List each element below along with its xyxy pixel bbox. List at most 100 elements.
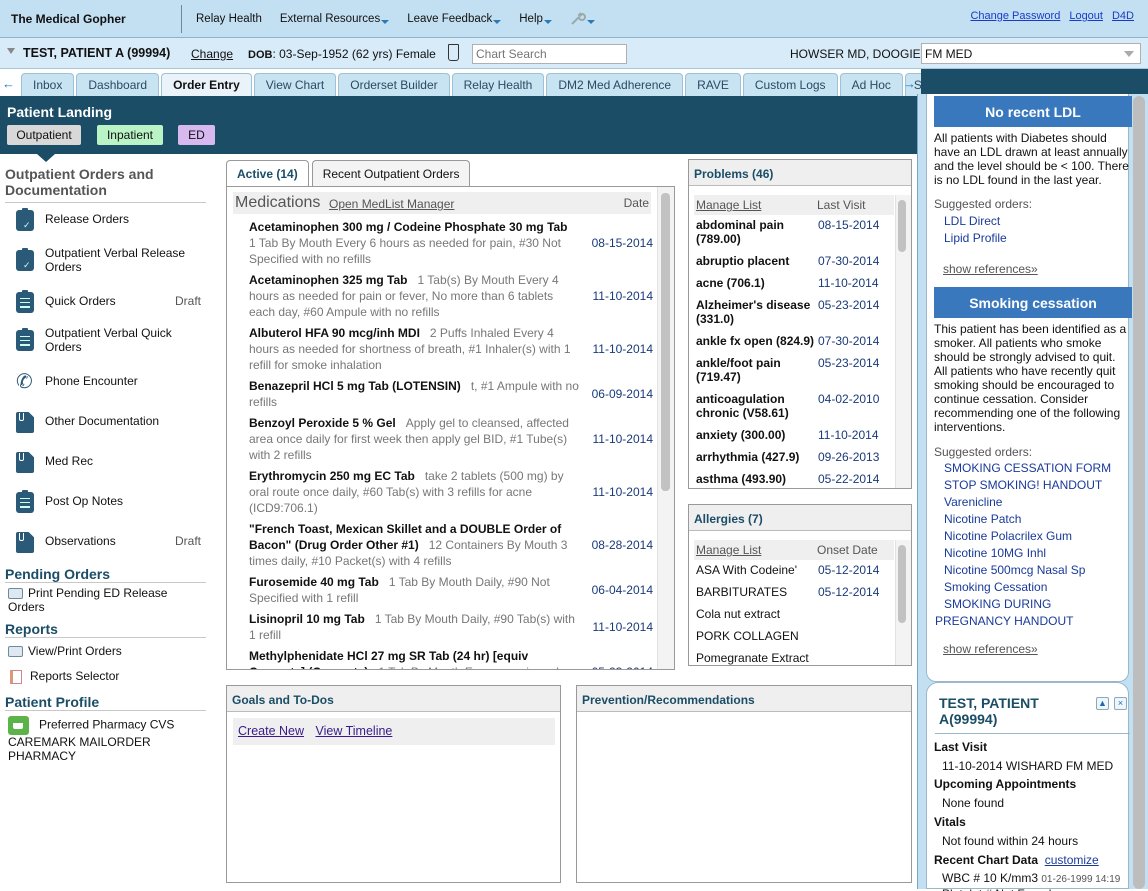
tab-ad-hoc[interactable]: Ad Hoc (839, 73, 903, 96)
medication-row[interactable]: "French Toast, Mexican Skillet and a DOU… (249, 521, 653, 569)
problem-row[interactable]: ankle fx open (824.9) 07-30-2014 (696, 334, 896, 348)
tab-custom-logs[interactable]: Custom Logs (742, 73, 838, 96)
problem-date: 08-15-2014 (818, 218, 880, 232)
reports-selector-link[interactable]: Reports Selector (10, 669, 119, 684)
tab-relay-health[interactable]: Relay Health (451, 73, 545, 96)
chart-search-input[interactable] (472, 44, 627, 64)
change-password-link[interactable]: Change Password (970, 10, 1060, 22)
tab-active-meds[interactable]: Active (14) (226, 160, 309, 187)
suggested-order-link[interactable]: Smoking Cessation (944, 579, 1130, 596)
problem-row[interactable]: anxiety (300.00) 11-10-2014 (696, 428, 896, 442)
tab-rave[interactable]: RAVE (685, 73, 741, 96)
medication-name: Acetaminophen 300 mg / Codeine Phosphate… (249, 220, 568, 234)
medication-row[interactable]: Benazepril HCl 5 mg Tab (LOTENSIN) t, #1… (249, 378, 653, 410)
suggested-order-link[interactable]: Nicotine 10MG Inhl (944, 545, 1130, 562)
suggested-order-link[interactable]: SMOKING DURING PREGNANCY HANDOUT (935, 596, 1130, 630)
tab-order-entry[interactable]: Order Entry (161, 73, 252, 96)
medications-header: Medications Open MedList Manager Date (233, 192, 651, 214)
problem-row[interactable]: ankle/foot pain (719.47) 05-23-2014 (696, 356, 896, 384)
tab-recent-outpatient-orders[interactable]: Recent Outpatient Orders (311, 160, 471, 186)
medication-row[interactable]: Acetaminophen 300 mg / Codeine Phosphate… (249, 219, 653, 267)
medication-row[interactable]: Acetaminophen 325 mg Tab 1 Tab(s) By Mou… (249, 272, 653, 320)
ed-button[interactable]: ED (178, 125, 215, 145)
inpatient-button[interactable]: Inpatient (97, 125, 163, 145)
show-references-ldl-link[interactable]: show references» (943, 262, 1038, 276)
change-patient-link[interactable]: Change (191, 47, 233, 61)
allergy-row[interactable]: BARBITURATES 05-12-2014 (696, 585, 896, 599)
goals-panel: Goals and To-Dos Create New View Timelin… (226, 685, 561, 883)
tab-inbox[interactable]: Inbox (21, 73, 75, 96)
medications-scroll-thumb[interactable] (661, 193, 670, 491)
tab-orderset-builder[interactable]: Orderset Builder (338, 73, 450, 96)
allergy-date: 05-12-2014 (818, 585, 880, 599)
problem-row[interactable]: acne (706.1) 11-10-2014 (696, 276, 896, 290)
nav-help[interactable]: Help (519, 12, 552, 26)
view-timeline-link[interactable]: View Timeline (315, 724, 392, 738)
suggested-order-link[interactable]: Nicotine Patch (944, 511, 1130, 528)
problem-row[interactable]: abruptio placent 07-30-2014 (696, 254, 896, 268)
problem-row[interactable]: arrhythmia (427.9) 09-26-2013 (696, 450, 896, 464)
right-panel-scrollbar[interactable] (1133, 96, 1145, 889)
order-label: Med Rec (45, 454, 94, 468)
chart-book-icon[interactable] (448, 44, 459, 61)
right-panel-header (921, 69, 1148, 94)
manage-problems-link[interactable]: Manage List (696, 198, 761, 212)
allergies-scroll-thumb[interactable] (898, 545, 906, 623)
problem-row[interactable]: Alzheimer's disease (331.0) 05-23-2014 (696, 298, 896, 326)
arrow-right-icon[interactable]: → (903, 76, 916, 91)
suggested-order-link[interactable]: Varenicline (944, 494, 1130, 511)
collapse-triangle-icon[interactable] (7, 48, 15, 54)
logout-link[interactable]: Logout (1069, 10, 1103, 22)
close-icon[interactable]: × (1114, 697, 1127, 710)
allergy-row[interactable]: Pomegranate Extract (696, 651, 896, 665)
problem-row[interactable]: abdominal pain (789.00) 08-15-2014 (696, 218, 896, 246)
create-new-goal-link[interactable]: Create New (238, 724, 304, 738)
collapse-up-icon[interactable]: ▲ (1096, 697, 1109, 710)
orders-heading: Outpatient Orders and Documentation (5, 162, 206, 203)
suggested-order-link[interactable]: SMOKING CESSATION FORM (944, 460, 1130, 477)
order-label: Other Documentation (45, 414, 160, 428)
nav-external-resources[interactable]: External Resources (280, 12, 390, 26)
suggested-order-link[interactable]: STOP SMOKING! HANDOUT (944, 477, 1130, 494)
medication-row[interactable]: Methylphenidate HCl 27 mg SR Tab (24 hr)… (249, 648, 653, 669)
arrow-left-icon[interactable]: ← (2, 76, 15, 91)
nav-leave-feedback[interactable]: Leave Feedback (407, 12, 502, 26)
suggested-order-link[interactable]: Nicotine Polacrilex Gum (935, 528, 1130, 545)
print-pending-link[interactable]: Print Pending ED Release Orders (8, 586, 198, 614)
tools-menu[interactable] (570, 12, 595, 26)
suggested-order-link[interactable]: LDL Direct (944, 213, 1130, 230)
allergy-row[interactable]: PORK COLLAGEN (696, 629, 896, 643)
problem-row[interactable]: anticoagulation chronic (V58.61) 04-02-20… (696, 392, 896, 420)
app-brand: The Medical Gopher (11, 12, 126, 26)
location-select[interactable]: FM MED (921, 43, 1141, 64)
medication-date: 11-10-2014 (592, 342, 654, 356)
order-label: Outpatient Verbal Release Orders (45, 246, 186, 274)
customize-link[interactable]: customize (1045, 853, 1099, 867)
suggested-order-link[interactable]: Lipid Profile (944, 230, 1130, 247)
problem-date: 05-22-2014 (818, 472, 880, 486)
open-medlist-manager-link[interactable]: Open MedList Manager (329, 197, 454, 211)
problem-row[interactable]: asthma (493.90) 05-22-2014 (696, 472, 896, 486)
suggested-order-link[interactable]: Nicotine 500mcg Nasal Sp (935, 562, 1130, 579)
problems-scroll-thumb[interactable] (898, 200, 906, 252)
view-print-orders-link[interactable]: View/Print Orders (8, 644, 122, 658)
show-references-smoking-link[interactable]: show references» (943, 642, 1038, 656)
medication-row[interactable]: Lisinopril 10 mg Tab 1 Tab By Mouth Dail… (249, 611, 653, 643)
nav-relay-health[interactable]: Relay Health (196, 12, 262, 26)
manage-allergies-link[interactable]: Manage List (696, 543, 761, 557)
medication-row[interactable]: Erythromycin 250 mg EC Tab take 2 tablet… (249, 468, 653, 516)
patient-card-title: TEST, PATIENT A(99994) (939, 695, 1039, 727)
tab-view-chart[interactable]: View Chart (253, 73, 337, 96)
medication-text: Benzoyl Peroxide 5 % Gel Apply gel to cl… (249, 415, 579, 463)
d4d-link[interactable]: D4D (1112, 10, 1134, 22)
medication-date: 11-10-2014 (592, 289, 654, 303)
last-visit-value: 11-10-2014 WISHARD FM MED (942, 759, 1114, 773)
outpatient-button[interactable]: Outpatient (7, 125, 81, 145)
allergy-row[interactable]: Cola nut extract (696, 607, 896, 621)
allergy-row[interactable]: ASA With Codeine' 05-12-2014 (696, 563, 896, 577)
tab-dashboard[interactable]: Dashboard (76, 73, 160, 96)
tab-dm2-med-adherence[interactable]: DM2 Med Adherence (546, 73, 684, 96)
medication-row[interactable]: Benzoyl Peroxide 5 % Gel Apply gel to cl… (249, 415, 653, 463)
medication-row[interactable]: Albuterol HFA 90 mcg/inh MDI 2 Puffs Inh… (249, 325, 653, 373)
medication-row[interactable]: Furosemide 40 mg Tab 1 Tab By Mouth Dail… (249, 574, 653, 606)
